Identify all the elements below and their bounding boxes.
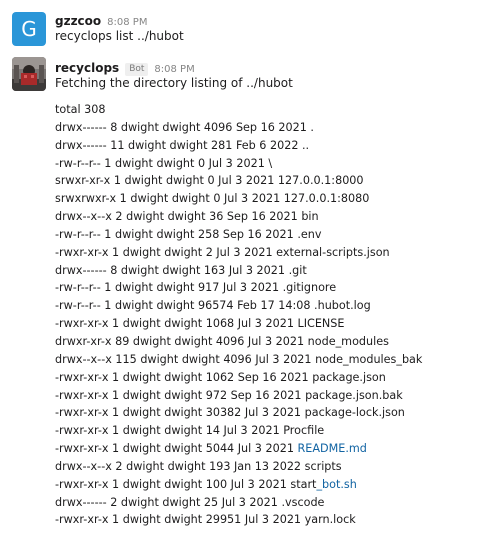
username-recyclops[interactable]: recyclops <box>55 61 119 75</box>
avatar-recyclops[interactable] <box>12 57 46 91</box>
message-timestamp[interactable]: 8:08 PM <box>107 17 147 28</box>
message-text: recyclops list ../hubot <box>55 29 184 43</box>
directory-listing: total 308 drwx------ 8 dwight dwight 4096… <box>55 101 422 529</box>
username-gzzcoo[interactable]: gzzcoo <box>55 14 101 28</box>
listing-line: -rwxr-xr-x 1 dwight dwight 972 Sep 16 20… <box>55 388 403 402</box>
listing-line: -rw-r--r-- 1 dwight dwight 96574 Feb 17 … <box>55 299 371 313</box>
listing-line: drwx--x--x 115 dwight dwight 4096 Jul 3 … <box>55 352 423 366</box>
listing-line: -rw-r--r-- 1 dwight dwight 917 Jul 3 202… <box>55 281 337 295</box>
message-timestamp[interactable]: 8:08 PM <box>154 64 194 75</box>
listing-line: -rwxr-xr-x 1 dwight dwight 5044 Jul 3 20… <box>55 440 422 458</box>
listing-line: -rwxr-xr-x 1 dwight dwight 2 Jul 3 2021 … <box>55 245 390 259</box>
listing-line: -rwxr-xr-x 1 dwight dwight 100 Jul 3 202… <box>55 476 422 494</box>
listing-line: -rwxr-xr-x 1 dwight dwight 1062 Sep 16 2… <box>55 370 386 384</box>
listing-line-text: -rwxr-xr-x 1 dwight dwight 100 Jul 3 202… <box>55 477 317 491</box>
bot-badge: Bot <box>125 63 149 76</box>
message-text: Fetching the directory listing of ../hub… <box>55 76 293 90</box>
message-header: gzzcoo 8:08 PM <box>55 10 147 28</box>
listing-line: -rwxr-xr-x 1 dwight dwight 1068 Jul 3 20… <box>55 317 345 331</box>
listing-line: drwx--x--x 2 dwight dwight 36 Sep 16 202… <box>55 210 319 224</box>
listing-line: drwx------ 11 dwight dwight 281 Feb 6 20… <box>55 138 310 152</box>
avatar-letter: G <box>21 17 37 41</box>
avatar-gzzcoo[interactable]: G <box>12 12 46 46</box>
listing-line: drwx------ 8 dwight dwight 163 Jul 3 202… <box>55 263 307 277</box>
listing-line: srwxr-xr-x 1 dwight dwight 0 Jul 3 2021 … <box>55 174 364 188</box>
listing-line: drwx------ 2 dwight dwight 25 Jul 3 2021… <box>55 495 325 509</box>
listing-line: -rwxr-xr-x 1 dwight dwight 30382 Jul 3 2… <box>55 406 405 420</box>
listing-line: -rw-r--r-- 1 dwight dwight 0 Jul 3 2021 … <box>55 156 273 170</box>
listing-line: total 308 <box>55 103 106 116</box>
listing-link[interactable]: README.md <box>298 442 367 455</box>
listing-line: -rw-r--r-- 1 dwight dwight 258 Sep 16 20… <box>55 227 322 241</box>
listing-line: drwxr-xr-x 89 dwight dwight 4096 Jul 3 2… <box>55 334 389 348</box>
listing-line: -rwxr-xr-x 1 dwight dwight 14 Jul 3 2021… <box>55 424 325 438</box>
listing-line: drwx--x--x 2 dwight dwight 193 Jan 13 20… <box>55 459 342 473</box>
message-header: recyclops Bot 8:08 PM <box>55 57 195 76</box>
listing-line-text: -rwxr-xr-x 1 dwight dwight 5044 Jul 3 20… <box>55 442 298 456</box>
listing-link[interactable]: _bot.sh <box>316 478 356 491</box>
listing-line: drwx------ 8 dwight dwight 4096 Sep 16 2… <box>55 120 314 134</box>
listing-line: -rwxr-xr-x 1 dwight dwight 29951 Jul 3 2… <box>55 513 356 527</box>
robot-avatar-icon <box>12 57 46 91</box>
listing-line: srwxrwxr-x 1 dwight dwight 0 Jul 3 2021 … <box>55 192 370 206</box>
